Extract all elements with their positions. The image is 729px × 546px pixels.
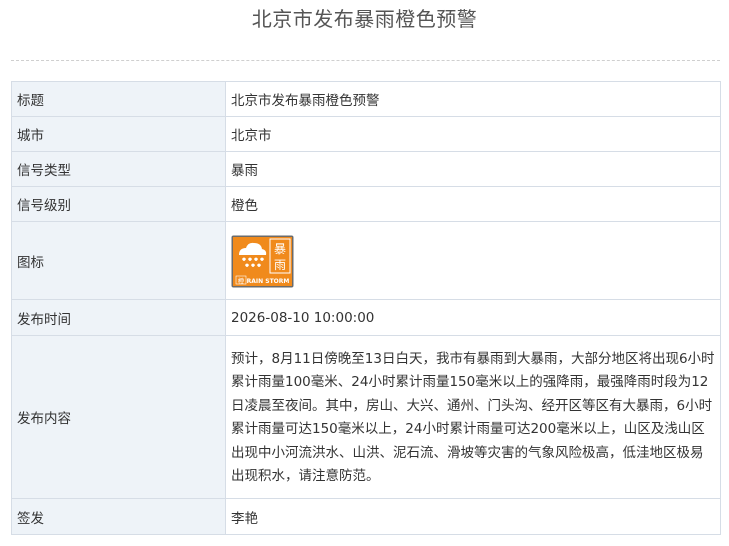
table-row-publish-time: 发布时间 2026-08-10 10:00:00 (11, 299, 721, 336)
row-value: 北京市发布暴雨橙色预警 (225, 81, 721, 117)
page-title: 北京市发布暴雨橙色预警 (251, 7, 478, 31)
rainstorm-orange-warning-icon: 暴 雨 橙 RAIN STORM (231, 235, 294, 287)
icon-char-top: 暴 (274, 242, 286, 256)
warning-content-text: 预计，8月11日傍晚至13日白天，我市有暴雨到大暴雨，大部分地区将出现6小时累计… (231, 350, 715, 485)
table-row-title: 标题 北京市发布暴雨橙色预警 (11, 81, 721, 117)
row-value-content: 预计，8月11日傍晚至13日白天，我市有暴雨到大暴雨，大部分地区将出现6小时累计… (225, 335, 721, 499)
row-label: 城市 (11, 116, 226, 152)
row-value: 李艳 (225, 498, 721, 535)
row-label: 发布时间 (11, 299, 226, 336)
row-label: 信号类型 (11, 151, 226, 187)
row-value: 2026-08-10 10:00:00 (225, 299, 721, 336)
table-row-content: 发布内容 预计，8月11日傍晚至13日白天，我市有暴雨到大暴雨，大部分地区将出现… (11, 335, 721, 499)
row-value: 暴雨 (225, 151, 721, 187)
icon-caption: RAIN STORM (247, 278, 290, 285)
row-value: 橙色 (225, 186, 721, 222)
warning-info-table: 标题 北京市发布暴雨橙色预警 城市 北京市 信号类型 暴雨 信号级别 橙色 图标 (11, 81, 721, 535)
table-row-signal-type: 信号类型 暴雨 (11, 151, 721, 187)
row-label: 信号级别 (11, 186, 226, 222)
row-value: 暴 雨 橙 RAIN STORM (225, 221, 721, 300)
row-value: 北京市 (225, 116, 721, 152)
row-label: 标题 (11, 81, 226, 117)
table-row-signal-level: 信号级别 橙色 (11, 186, 721, 222)
icon-char-small: 橙 (238, 276, 245, 285)
table-row-city: 城市 北京市 (11, 116, 721, 152)
icon-char-bottom: 雨 (274, 258, 286, 272)
row-label: 发布内容 (11, 335, 226, 499)
table-row-signer: 签发 李艳 (11, 498, 721, 535)
title-divider (11, 60, 720, 61)
row-label: 签发 (11, 498, 226, 535)
table-row-icon: 图标 暴 雨 橙 RAIN STORM (11, 221, 721, 300)
row-label: 图标 (11, 221, 226, 300)
